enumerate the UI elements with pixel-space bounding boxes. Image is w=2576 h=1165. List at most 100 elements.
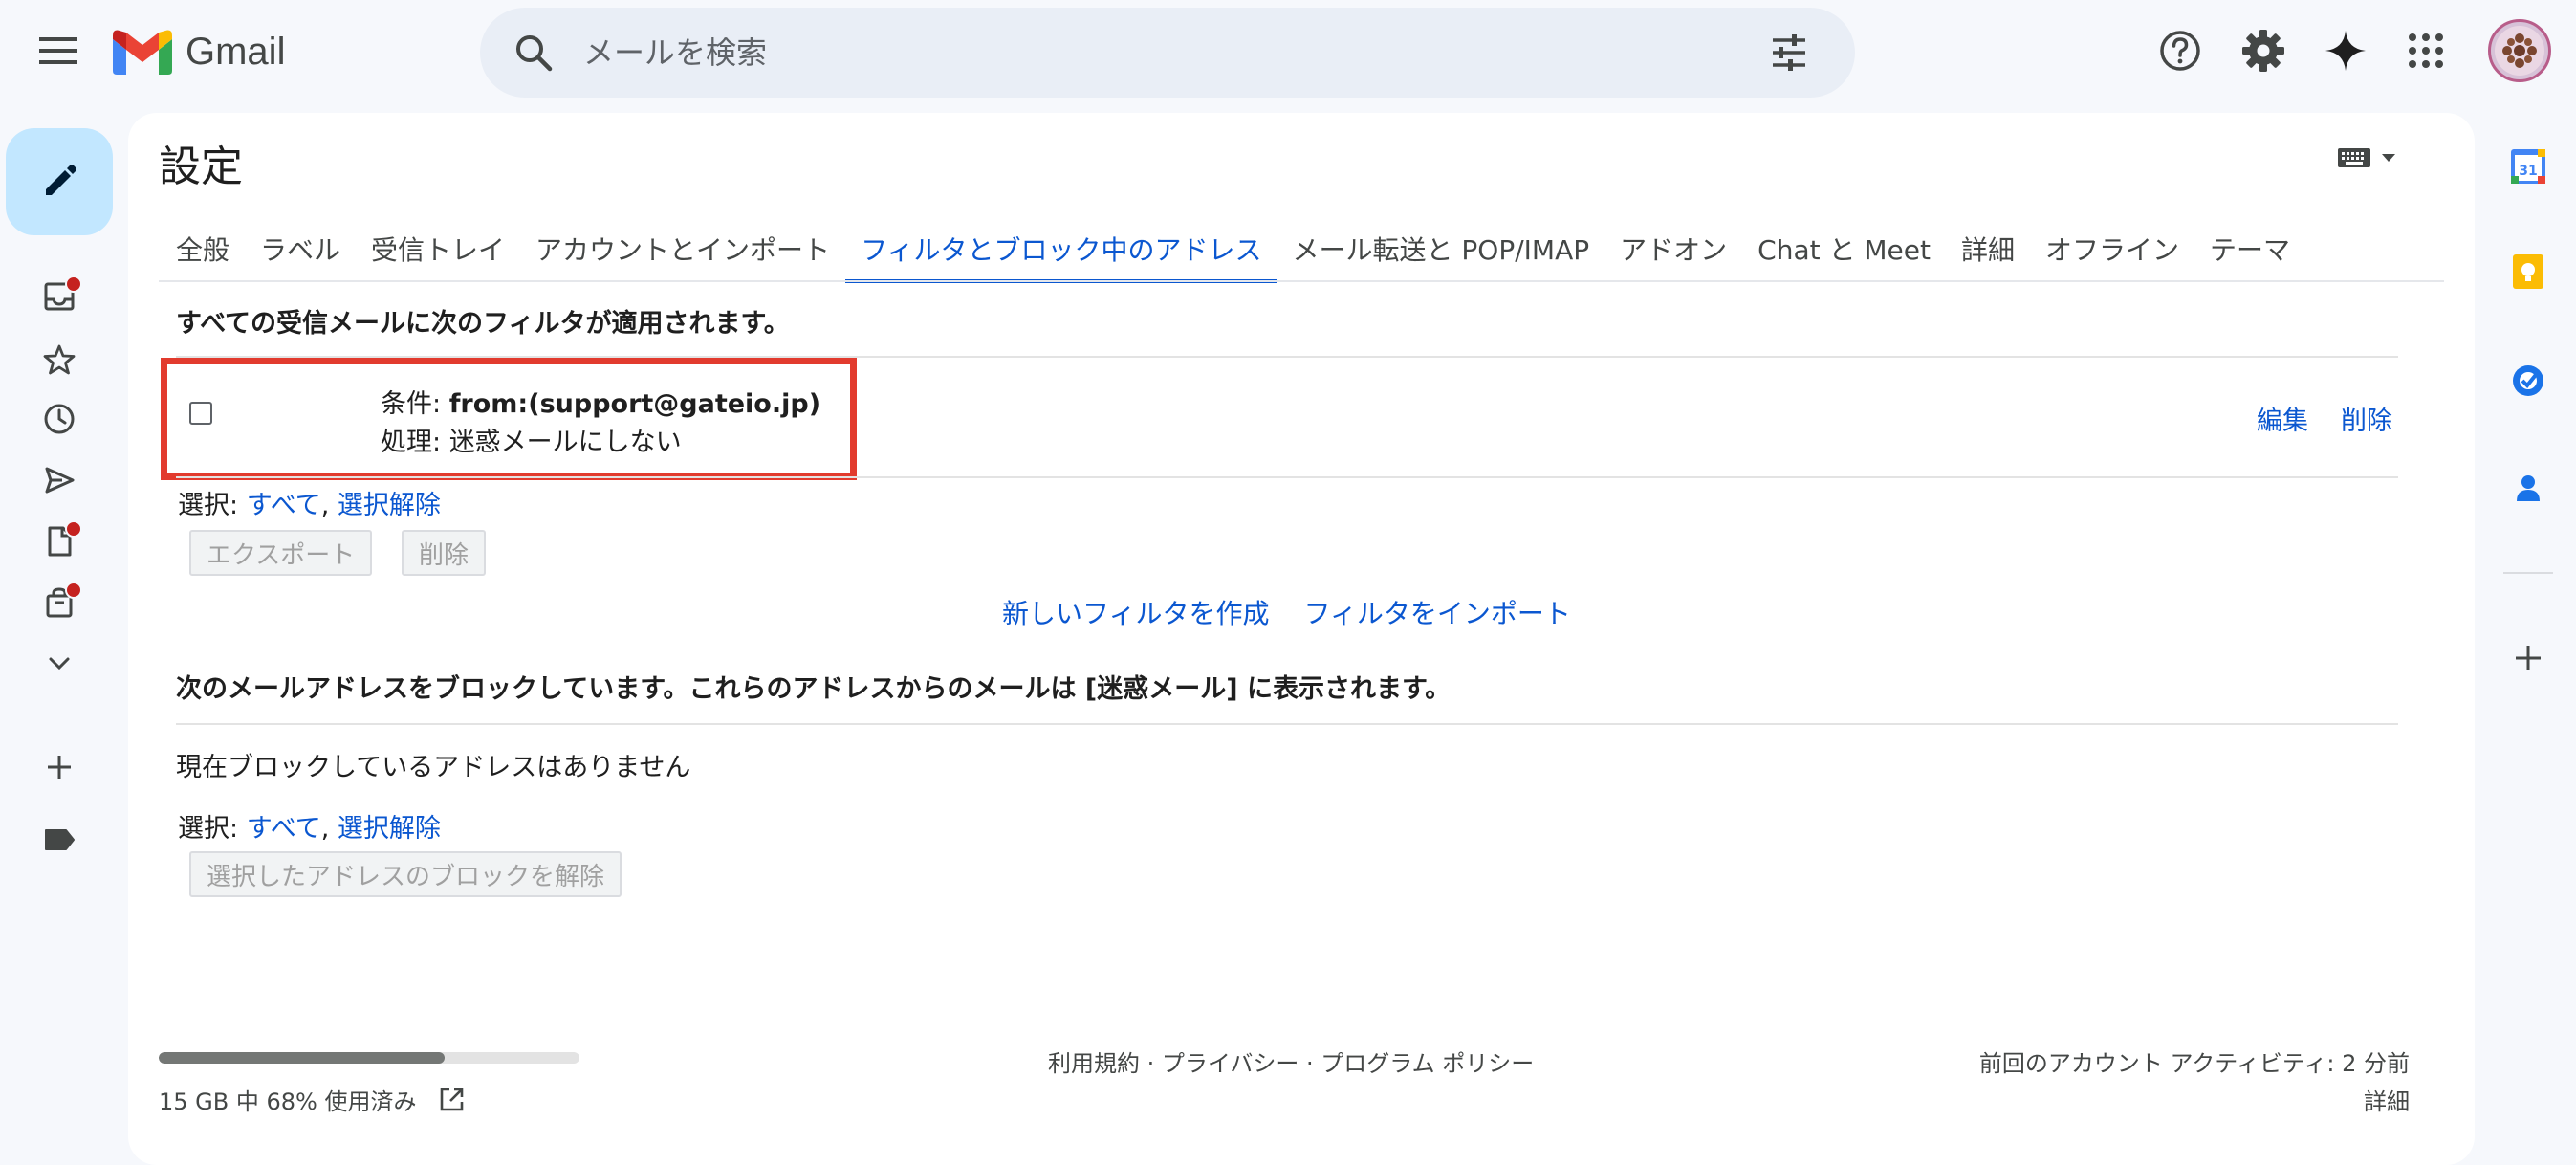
last-activity: 前回のアカウント アクティビティ: 2 分前 (1978, 1050, 2410, 1077)
calendar-app[interactable]: 31 (2503, 142, 2553, 191)
clock-icon (44, 404, 75, 434)
plus-icon (2516, 646, 2541, 670)
filter-select-row: 選択: すべて, 選択解除 (178, 484, 441, 521)
tab-offline[interactable]: オフライン (2030, 214, 2194, 283)
snoozed-nav[interactable] (33, 392, 86, 446)
avatar[interactable] (2488, 19, 2551, 82)
more-nav[interactable] (33, 637, 86, 691)
gmail-m-icon (113, 30, 172, 75)
delete-filter-link[interactable]: 削除 (2341, 400, 2392, 437)
filters-heading: すべての受信メールに次のフィルタが適用されます。 (176, 309, 790, 339)
blocked-empty-text: 現在ブロックしているアドレスはありません (176, 753, 691, 782)
activity-details-link[interactable]: 詳細 (2364, 1083, 2410, 1116)
contacts-icon (2517, 475, 2540, 501)
tab-divider (159, 280, 2444, 282)
help-button[interactable] (2154, 25, 2206, 77)
unblock-button[interactable]: 選択したアドレスのブロックを解除 (189, 851, 622, 897)
search-input[interactable] (581, 33, 1752, 72)
help-icon (2160, 31, 2200, 71)
footer-links[interactable]: 利用規約 · プライバシー · プログラム ポリシー (1048, 1044, 1534, 1078)
filter-condition-value: from:(support@gateio.jp) (448, 389, 821, 419)
search-icon[interactable] (511, 30, 557, 76)
select-none-link[interactable]: 選択解除 (338, 491, 441, 520)
filter-action-label: 処理: (381, 428, 449, 457)
tab-chat-meet[interactable]: Chat と Meet (1742, 214, 1946, 283)
blocked-select-row: 選択: すべて, 選択解除 (178, 807, 441, 845)
sent-nav[interactable] (33, 453, 86, 507)
select-separator: , (320, 814, 338, 844)
contacts-app[interactable] (2503, 463, 2553, 513)
calendar-date: 31 (2519, 164, 2537, 179)
select-label: 選択: (178, 814, 247, 844)
keyboard-icon (2338, 148, 2370, 167)
tab-addons[interactable]: アドオン (1605, 214, 1742, 283)
filter-actions: 編集 削除 (2257, 400, 2392, 437)
filter-action-value: 迷惑メールにしない (448, 428, 682, 457)
select-all-link[interactable]: すべて (247, 814, 321, 844)
tab-inbox[interactable]: 受信トレイ (356, 214, 520, 283)
tab-advanced[interactable]: 詳細 (1946, 214, 2030, 283)
plus-icon (48, 756, 71, 779)
tasks-icon (2513, 365, 2543, 396)
filter-condition-label: 条件: (381, 389, 449, 419)
export-button[interactable]: エクスポート (189, 530, 373, 576)
main-menu-button[interactable] (27, 29, 90, 73)
label-icon (45, 829, 75, 850)
filter-condition: 条件: from:(support@gateio.jp) (381, 383, 820, 420)
gear-icon (2242, 30, 2284, 72)
divider (176, 723, 2398, 725)
tasks-app[interactable] (2503, 356, 2553, 406)
input-tools-button[interactable] (2337, 147, 2396, 168)
search-bar[interactable] (480, 8, 1855, 98)
keep-app[interactable] (2503, 247, 2553, 297)
chevron-down-icon (49, 657, 70, 670)
storage-bar-fill (159, 1052, 446, 1064)
tab-themes[interactable]: テーマ (2194, 214, 2305, 283)
apps-grid-icon (2409, 33, 2443, 68)
drafts-nav[interactable] (33, 515, 86, 568)
avatar-image-icon (2495, 26, 2544, 76)
tab-general[interactable]: 全般 (161, 214, 245, 283)
pencil-icon (46, 165, 76, 195)
external-link-icon[interactable] (437, 1086, 466, 1114)
notification-dot (65, 582, 82, 599)
tab-labels[interactable]: ラベル (245, 214, 356, 283)
app-name: Gmail (186, 30, 286, 73)
notification-dot (65, 275, 82, 293)
create-filter-link[interactable]: 新しいフィルタを作成 (1002, 593, 1269, 631)
apps-button[interactable] (2400, 25, 2452, 77)
starred-nav[interactable] (33, 333, 86, 386)
tab-accounts[interactable]: アカウントとインポート (520, 214, 845, 283)
send-icon (45, 467, 75, 494)
storage-text: 15 GB 中 68% 使用済み (159, 1088, 417, 1115)
filter-links: 新しいフィルタを作成 フィルタをインポート (1002, 593, 1571, 631)
compose-button[interactable] (6, 128, 113, 235)
notification-dot (65, 520, 82, 538)
storage-bar (159, 1052, 579, 1064)
gemini-button[interactable] (2320, 25, 2371, 77)
get-addons-button[interactable] (2503, 633, 2553, 683)
right-rail-divider (2503, 572, 2553, 574)
gmail-logo[interactable]: Gmail (113, 25, 285, 78)
tab-filters[interactable]: フィルタとブロック中のアドレス (845, 214, 1277, 283)
page-title: 設定 (159, 143, 243, 191)
dropdown-arrow-icon (2382, 154, 2395, 162)
filter-checkbox[interactable] (189, 402, 212, 425)
settings-button[interactable] (2238, 25, 2289, 77)
select-none-link[interactable]: 選択解除 (338, 814, 441, 844)
purchases-nav[interactable] (33, 576, 86, 629)
tune-icon[interactable] (1767, 31, 1811, 75)
filter-action: 処理: 迷惑メールにしない (381, 421, 682, 458)
label-nav[interactable] (33, 813, 86, 867)
select-label: 選択: (178, 491, 247, 520)
inbox-nav[interactable] (33, 270, 86, 323)
star-icon (43, 344, 76, 375)
import-filters-link[interactable]: フィルタをインポート (1303, 593, 1570, 631)
edit-filter-link[interactable]: 編集 (2257, 400, 2308, 437)
select-all-link[interactable]: すべて (247, 491, 321, 520)
keep-icon (2513, 254, 2543, 289)
create-label-button[interactable] (33, 740, 86, 794)
delete-button[interactable]: 削除 (402, 530, 487, 576)
tab-forwarding[interactable]: メール転送と POP/IMAP (1277, 214, 1605, 283)
settings-tabs: 全般 ラベル 受信トレイ アカウントとインポート フィルタとブロック中のアドレス… (161, 214, 2305, 283)
